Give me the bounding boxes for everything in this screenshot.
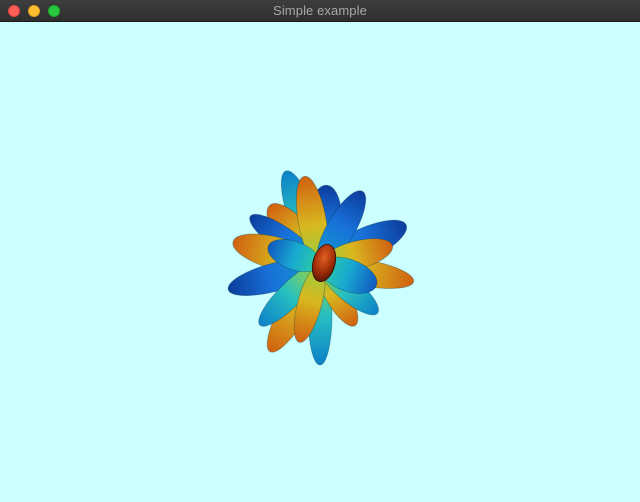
title-bar[interactable]: Simple example <box>0 0 640 22</box>
render-viewport[interactable] <box>0 22 640 502</box>
app-window: Simple example <box>0 0 640 502</box>
glyph-scene[interactable] <box>0 22 640 502</box>
window-title: Simple example <box>273 3 367 18</box>
